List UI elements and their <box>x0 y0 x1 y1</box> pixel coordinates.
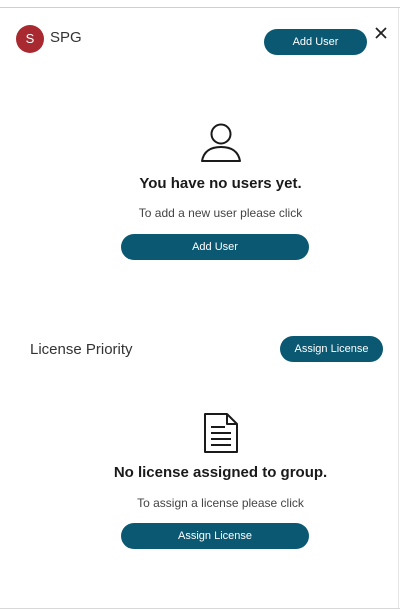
assign-license-hint: To assign a license please click <box>137 496 304 510</box>
top-divider <box>0 7 400 8</box>
user-icon <box>201 123 241 162</box>
assign-license-button[interactable]: Assign License <box>121 523 309 549</box>
add-user-button[interactable]: Add User <box>121 234 309 260</box>
license-priority-title: License Priority <box>30 341 133 358</box>
avatar: S <box>16 25 44 53</box>
assign-license-header-button[interactable]: Assign License <box>280 336 383 362</box>
close-icon[interactable] <box>373 25 389 41</box>
no-license-heading: No license assigned to group. <box>113 464 328 481</box>
right-divider <box>398 8 399 608</box>
bottom-divider <box>0 608 400 609</box>
document-icon <box>204 413 238 453</box>
add-user-hint: To add a new user please click <box>138 206 303 220</box>
add-user-header-button[interactable]: Add User <box>264 29 367 55</box>
group-name: SPG <box>50 29 82 46</box>
no-users-heading: You have no users yet. <box>139 175 302 192</box>
